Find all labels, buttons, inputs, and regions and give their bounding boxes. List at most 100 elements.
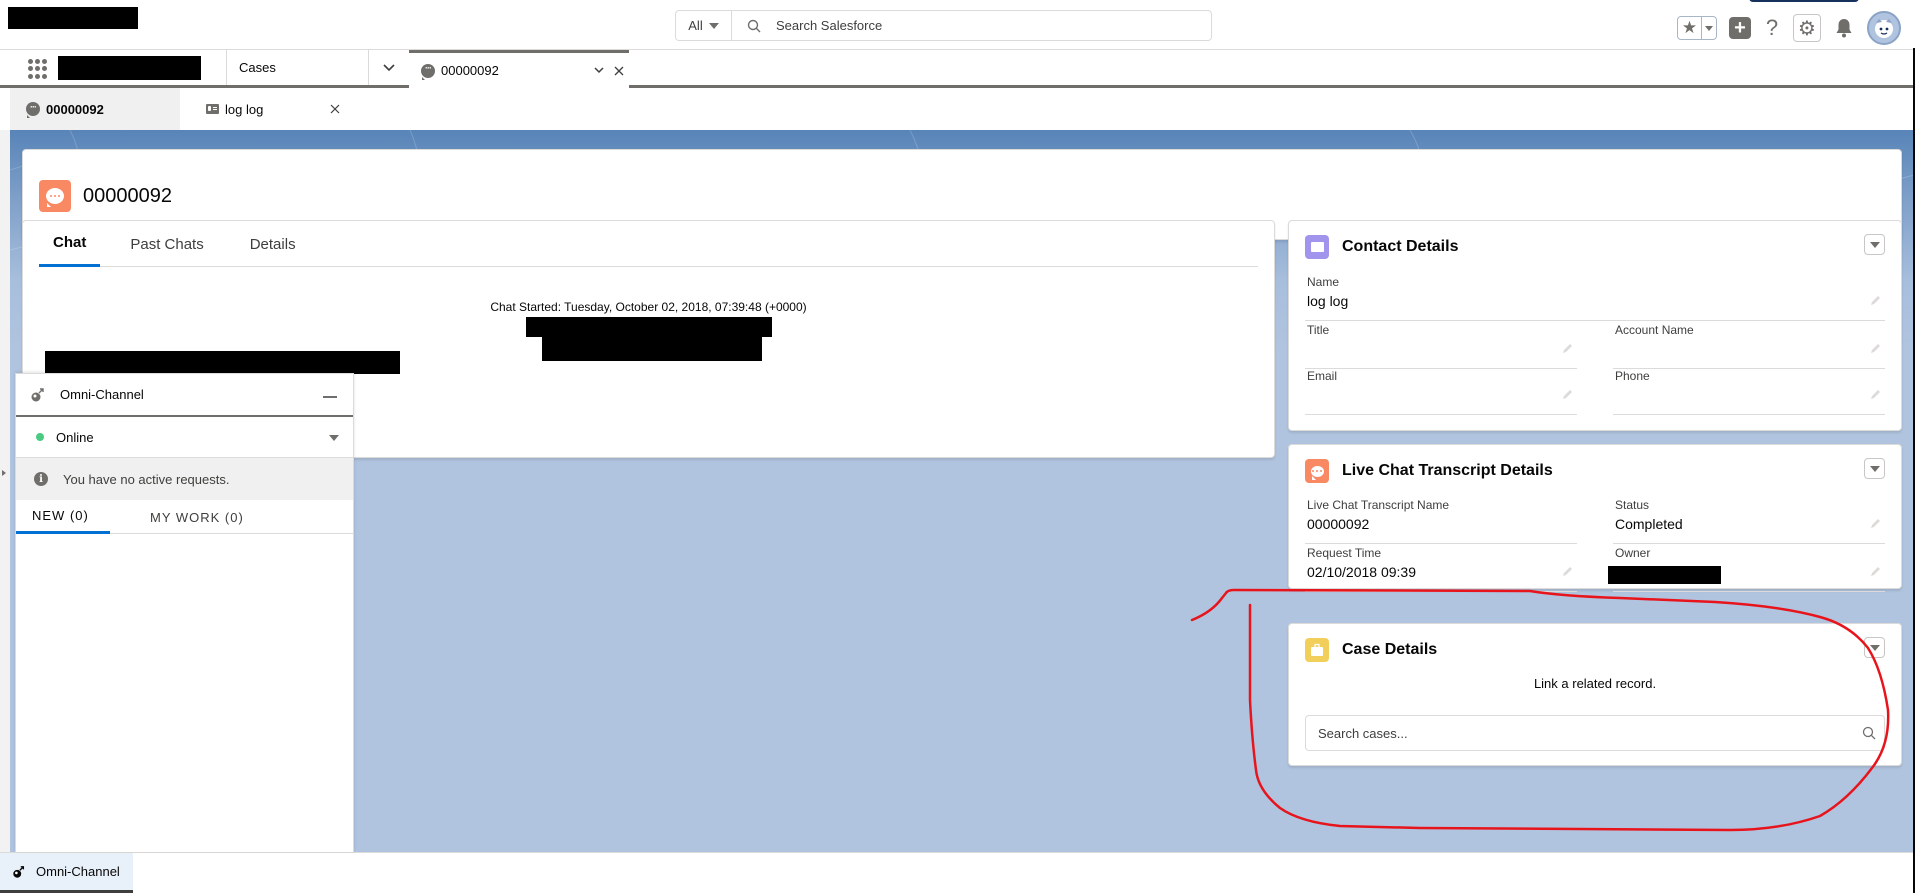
edit-pencil-icon[interactable] <box>1561 343 1573 355</box>
case-search-field[interactable] <box>1305 715 1885 751</box>
field-phone: Phone <box>1613 369 1885 415</box>
favorites-group[interactable]: ★ <box>1677 16 1717 40</box>
chat-tabs: Chat Past Chats Details <box>39 221 1258 267</box>
utility-item-label: Omni-Channel <box>36 864 120 879</box>
field-value: 00000092 <box>1307 516 1370 532</box>
live-chat-transcript-icon <box>1305 459 1329 483</box>
header-actions: ★ + ? ⚙ <box>1677 11 1901 45</box>
info-icon: i <box>34 472 48 486</box>
field-transcript-name: Live Chat Transcript Name 00000092 <box>1305 498 1577 544</box>
case-search-input[interactable] <box>1318 725 1862 741</box>
favorites-dropdown-icon[interactable] <box>1702 17 1716 39</box>
left-gutter <box>0 130 10 852</box>
edit-pencil-icon[interactable] <box>1561 566 1573 578</box>
field-request-time: Request Time 02/10/2018 09:39 <box>1305 546 1577 592</box>
redacted-chat-line <box>526 317 772 337</box>
card-menu-button[interactable] <box>1864 234 1885 255</box>
global-header: All ★ + ? ⚙ <box>0 0 1915 50</box>
omni-channel-header: Omni-Channel <box>16 374 353 417</box>
caret-down-icon <box>708 22 719 29</box>
navigation-bar: Cases ··· 00000092 <box>0 50 1915 88</box>
subtab-label: 00000092 <box>46 101 104 117</box>
field-account-name: Account Name <box>1613 323 1885 369</box>
field-email: Email <box>1305 369 1577 415</box>
expand-arrow-icon[interactable] <box>2 470 6 476</box>
field-value: Completed <box>1615 516 1683 532</box>
field-label: Email <box>1307 369 1338 383</box>
search-scope-dropdown[interactable]: All <box>676 11 732 40</box>
contact-icon <box>1305 235 1329 259</box>
tooltip-pointer <box>1749 0 1859 2</box>
contact-icon <box>206 104 219 114</box>
redacted-chat-message <box>45 351 400 374</box>
card-menu-button[interactable] <box>1864 458 1885 479</box>
card-menu-button[interactable] <box>1864 637 1885 658</box>
link-related-record-text: Link a related record. <box>1533 676 1657 691</box>
subtab-record[interactable]: ··· 00000092 <box>10 88 180 130</box>
live-chat-transcript-icon <box>39 180 71 212</box>
field-label: Account Name <box>1615 323 1694 337</box>
nav-tab-cases[interactable]: Cases <box>226 50 368 85</box>
tab-chat[interactable]: Chat <box>39 221 101 267</box>
field-label: Live Chat Transcript Name <box>1307 498 1450 512</box>
tab-my-work[interactable]: MY WORK (0) <box>110 500 260 534</box>
case-briefcase-icon <box>1305 638 1329 662</box>
utility-omni-channel[interactable]: Omni-Channel <box>0 853 133 893</box>
redacted-app-name <box>58 56 201 80</box>
page-title: 00000092 <box>83 185 172 207</box>
workspace-tab[interactable]: ··· 00000092 <box>409 50 629 88</box>
field-label: Request Time <box>1307 546 1382 560</box>
search-input[interactable] <box>776 18 1211 33</box>
global-create-icon[interactable]: + <box>1729 17 1751 39</box>
tab-past-chats[interactable]: Past Chats <box>114 221 219 267</box>
status-online-dot <box>36 433 44 441</box>
presence-status-label: Online <box>56 429 94 445</box>
edit-pencil-icon[interactable] <box>1869 566 1881 578</box>
setup-gear-icon[interactable]: ⚙ <box>1793 14 1821 42</box>
notifications-bell-icon[interactable] <box>1833 18 1855 38</box>
help-icon[interactable]: ? <box>1763 15 1781 41</box>
field-label: Owner <box>1615 546 1651 560</box>
tab-chevron-down-icon[interactable] <box>589 67 609 74</box>
omni-tabs: NEW (0) MY WORK (0) <box>16 500 353 534</box>
nav-tab-cases-label: Cases <box>239 60 276 75</box>
edit-pencil-icon[interactable] <box>1869 295 1881 307</box>
app-launcher-grid-icon[interactable] <box>28 59 48 79</box>
search-icon <box>1862 726 1876 740</box>
presence-status-dropdown[interactable]: Online <box>16 417 353 458</box>
redacted-chat-line <box>542 337 762 361</box>
card-title: Case Details <box>1342 641 1438 658</box>
favorites-star-icon[interactable]: ★ <box>1678 17 1702 39</box>
close-tab-icon[interactable] <box>609 66 629 76</box>
field-label: Title <box>1307 323 1330 337</box>
nav-tab-chevron-down-icon[interactable] <box>368 50 409 85</box>
omni-channel-panel: Omni-Channel Online i You have no active… <box>15 373 354 852</box>
workspace-tab-label: 00000092 <box>441 63 499 78</box>
edit-pencil-icon[interactable] <box>1869 343 1881 355</box>
user-avatar[interactable] <box>1867 11 1901 45</box>
close-subtab-icon[interactable] <box>330 101 340 117</box>
search-icon <box>732 19 776 33</box>
edit-pencil-icon[interactable] <box>1561 389 1573 401</box>
tab-details[interactable]: Details <box>234 221 312 267</box>
minimize-icon[interactable] <box>323 396 337 398</box>
field-label: Status <box>1615 498 1650 512</box>
subtab-contact[interactable]: log log <box>180 88 350 130</box>
field-owner: Owner <box>1608 546 1885 592</box>
utility-bar: Omni-Channel <box>0 852 1915 893</box>
caret-down-icon <box>329 435 339 441</box>
chat-icon: ··· <box>26 102 40 118</box>
tab-new[interactable]: NEW (0) <box>16 500 110 534</box>
edit-pencil-icon[interactable] <box>1869 389 1881 401</box>
contact-details-card: Contact Details Name log log Title Accou… <box>1288 220 1902 431</box>
field-label: Name <box>1307 275 1340 289</box>
edit-pencil-icon[interactable] <box>1869 518 1881 530</box>
omni-channel-icon <box>13 865 25 878</box>
info-message-text: You have no active requests. <box>63 471 230 487</box>
global-search[interactable]: All <box>675 10 1212 41</box>
chat-icon: ··· <box>421 63 435 80</box>
subtab-label: log log <box>225 101 264 117</box>
omni-channel-title: Omni-Channel <box>60 387 144 402</box>
field-name: Name log log <box>1305 275 1885 321</box>
field-value: log log <box>1307 293 1349 309</box>
